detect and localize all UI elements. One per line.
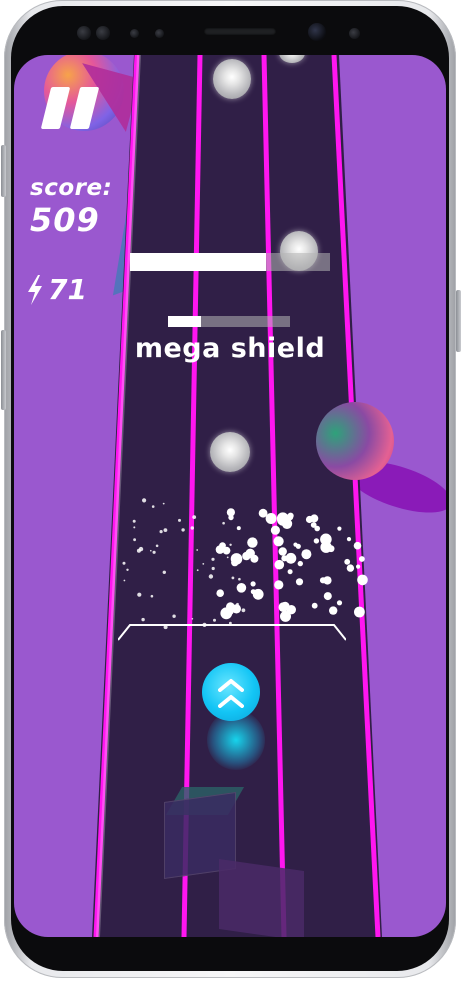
lightning-bolt-icon xyxy=(28,274,42,305)
powerup-label: mega shield xyxy=(134,333,326,364)
phone-side-button-left-2 xyxy=(1,330,6,410)
shield-orb xyxy=(210,432,250,472)
hit-zone-line xyxy=(118,624,346,641)
double-chevron-up-icon-lower xyxy=(218,695,244,708)
decor-sphere xyxy=(316,402,394,480)
pause-button[interactable] xyxy=(40,87,100,129)
phone-sensor xyxy=(349,28,360,39)
phone-side-button-right xyxy=(456,290,461,352)
phone-speaker xyxy=(204,28,276,35)
score-label: score: xyxy=(30,175,113,201)
decor-cube xyxy=(219,859,304,937)
shield-orb xyxy=(213,59,251,99)
powerup-timer-fill xyxy=(130,253,266,271)
player-ball[interactable] xyxy=(202,663,260,721)
score-value: 509 xyxy=(30,201,100,239)
phone-side-button-left xyxy=(1,145,6,197)
phone-sensor xyxy=(130,29,139,38)
energy-value: 71 xyxy=(48,273,87,306)
phone-sensor xyxy=(96,26,110,40)
double-chevron-up-icon xyxy=(218,679,244,692)
powerup-secondary-bar xyxy=(168,316,290,327)
phone-front-camera xyxy=(308,23,326,41)
energy-counter: 71 xyxy=(26,273,87,306)
phone-sensor xyxy=(77,26,91,40)
powerup-timer-bar xyxy=(130,253,330,271)
powerup-secondary-fill xyxy=(168,316,201,327)
phone-sensor xyxy=(155,29,164,38)
game-screen[interactable]: mega shield score: 509 71 xyxy=(14,55,446,937)
